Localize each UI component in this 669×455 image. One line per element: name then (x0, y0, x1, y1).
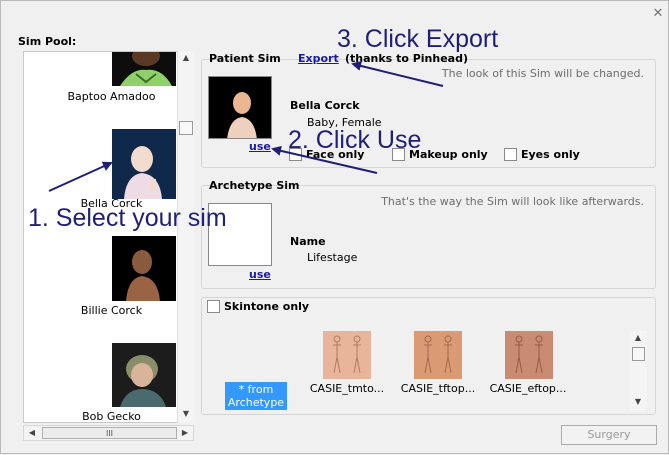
annotation-step3: 3. Click Export (337, 25, 499, 53)
arrow-step3 (351, 61, 444, 87)
annotation-step1: 1. Select your sim (28, 204, 227, 232)
annotation-step2: 2. Click Use (288, 126, 422, 154)
arrow-step1 (48, 161, 113, 192)
surgery-window: ✕ Sim Pool: Baptoo Amadoo Bella Corck Bi… (0, 0, 669, 454)
